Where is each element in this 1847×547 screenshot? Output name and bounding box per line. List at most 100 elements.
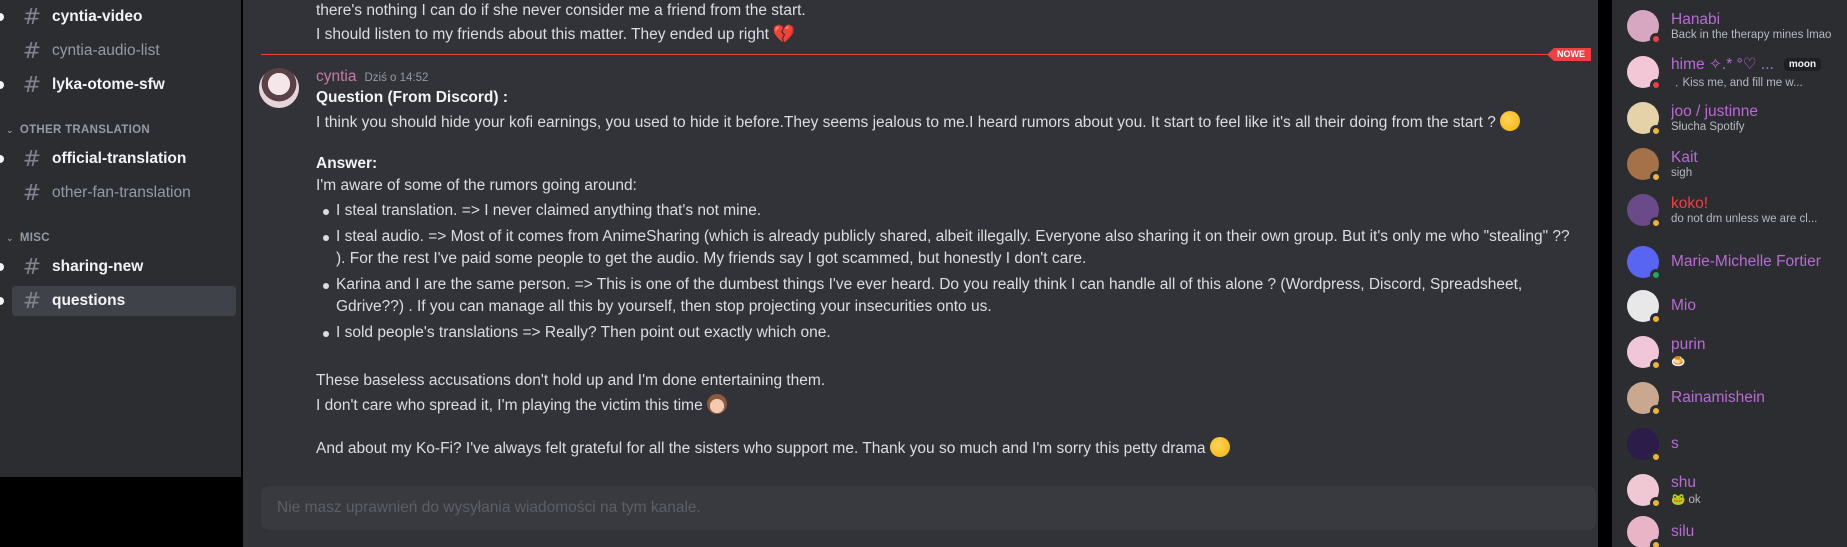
member-name: Hanabi [1671,11,1721,28]
channel-label: sharing-new [52,258,144,275]
member-name-row: Marie-Michelle Fortier [1671,253,1821,271]
avatar [1627,290,1662,325]
member-item[interactable]: Mio [1627,286,1842,326]
status-dnd-icon [1650,79,1662,91]
channel-label: official-translation [52,150,187,167]
member-info: silu [1671,523,1694,541]
bullet-dot [323,283,329,289]
status-online-icon [1650,269,1662,281]
closing-text-span: I don't care who spread it, I'm playing … [316,397,703,414]
member-item[interactable]: koko! do not dm unless we are cl... [1627,190,1842,230]
member-name: Rainamishein [1671,389,1765,406]
channel-sharing-new[interactable]: # sharing-new [0,252,236,282]
member-name: hime ✧.* °♡ ... [1671,55,1774,73]
channel-lyka-otome-sfw[interactable]: # lyka-otome-sfw [0,70,236,100]
status-idle-icon [1650,171,1662,183]
channel-questions[interactable]: # questions [0,286,236,316]
message-text: there's nothing I can do if she never co… [316,2,806,19]
member-status-text: sigh [1671,167,1693,179]
member-info: Mio [1671,297,1696,315]
member-status-text: Słucha Spotify [1671,121,1745,133]
channel-label: cyntia-video [52,8,143,25]
status-idle-icon [1650,539,1662,547]
member-status-text: ﹒Kiss me, and fill me w... [1671,76,1803,89]
member-item[interactable]: Hanabi Back in the therapy mines lmao [1627,6,1842,46]
member-name-row: hime ✧.* °♡ ... moon [1671,55,1822,74]
member-name: koko! [1671,195,1709,212]
member-item[interactable]: silu [1627,512,1842,547]
member-name: s [1671,435,1679,452]
new-messages-divider: NOWE [261,48,1591,61]
avatar [1627,56,1662,91]
member-tag: moon [1783,57,1822,71]
thinking-face-emoji-icon [1499,111,1520,131]
status-dnd-icon [1650,33,1662,45]
avatar [1627,194,1662,229]
message-input[interactable] [261,486,1596,530]
list-item: I sold people's translations => Really? … [336,324,831,341]
author-name[interactable]: cyntia [316,68,357,86]
member-name-row: Hanabi [1671,11,1831,29]
list-item: Karina and I are the same person. => Thi… [336,276,1523,293]
avatar [1627,474,1662,509]
avatar[interactable] [259,68,299,108]
bullet-dot [323,209,329,215]
chevron-down-icon: ⌄ [6,232,14,243]
member-item[interactable]: Kait sigh [1627,144,1842,184]
member-name-row: shu [1671,474,1701,492]
unread-indicator [0,263,4,271]
message-header: cyntia Dziś o 14:52 [316,68,428,86]
list-item: I steal audio. => Most of it comes from … [336,228,1570,245]
channel-official-translation[interactable]: # official-translation [0,144,236,174]
status-idle-icon [1650,405,1662,417]
member-name: Mio [1671,297,1696,314]
member-name: Kait [1671,149,1698,166]
member-item[interactable]: joo / justinne Słucha Spotify [1627,98,1842,138]
member-item[interactable]: Rainamishein [1627,378,1842,418]
status-idle-icon [1650,217,1662,229]
member-name-row: Mio [1671,297,1696,315]
channel-sidebar: # cyntia-video # cyntia-audio-list # lyk… [0,0,241,477]
channel-label: lyka-otome-sfw [52,76,165,93]
hash-icon: # [22,72,42,98]
member-item[interactable]: s [1627,424,1842,464]
member-info: s [1671,435,1679,453]
category-misc[interactable]: ⌄ MISC [6,232,50,244]
member-name-row: Rainamishein [1671,389,1765,407]
closing-text: These baseless accusations don't hold up… [316,372,826,389]
member-name: purin [1671,336,1706,353]
member-info: joo / justinne Słucha Spotify [1671,103,1758,133]
hash-icon: # [22,288,42,314]
member-name-row: koko! [1671,195,1817,213]
member-item[interactable]: shu 🐸 ok [1627,470,1842,510]
member-item[interactable]: hime ✧.* °♡ ... moon ﹒Kiss me, and fill me… [1627,52,1842,92]
avatar [1627,148,1662,183]
member-info: Kait sigh [1671,149,1698,179]
avatar [1627,246,1662,281]
category-label: MISC [19,232,50,244]
member-name: shu [1671,474,1696,491]
list-item: I steal translation. => I never claimed … [336,202,762,219]
channel-cyntia-audio-list[interactable]: # cyntia-audio-list [12,36,236,66]
message-input-box[interactable] [261,486,1596,530]
status-idle-icon [1650,125,1662,137]
member-name-row: Kait [1671,149,1698,167]
member-name-row: silu [1671,523,1694,541]
empty-panel [0,477,241,547]
member-name-row: joo / justinne [1671,103,1758,121]
member-list: Hanabi Back in the therapy mines lmao hime… [1612,0,1847,547]
channel-cyntia-video[interactable]: # cyntia-video [0,2,236,32]
member-status-text: 🍮 [1671,356,1686,368]
timestamp[interactable]: Dziś o 14:52 [365,72,429,84]
list-item-continuation: Gdrive??) . If you can manage all this b… [336,298,992,315]
hash-icon: # [22,38,42,64]
chat-area: there's nothing I can do if she never co… [243,0,1598,547]
category-other-translation[interactable]: ⌄ OTHER TRANSLATION [6,124,150,136]
member-name: silu [1671,523,1695,540]
channel-other-fan-translation[interactable]: # other-fan-translation [12,178,236,208]
closing-text: I don't care who spread it, I'm playing … [316,394,727,415]
member-item[interactable]: purin 🍮 [1627,332,1842,372]
answer-intro: I'm aware of some of the rumors going ar… [316,177,637,194]
member-item[interactable]: Marie-Michelle Fortier [1627,242,1842,282]
status-idle-icon [1650,359,1662,371]
